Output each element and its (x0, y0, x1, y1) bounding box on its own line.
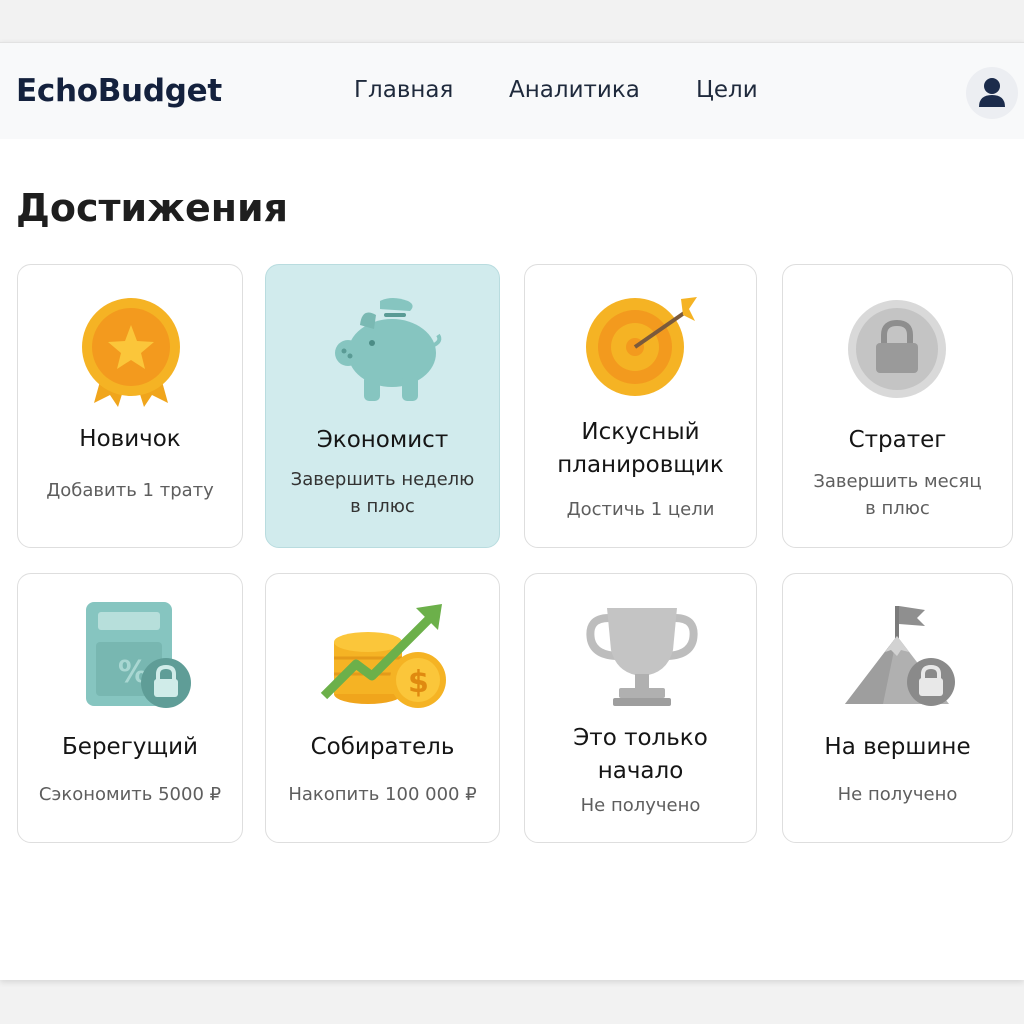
mountain-flag-icon (845, 606, 955, 706)
top-navbar: EchoBudget Главная Аналитика Цели (0, 43, 1024, 139)
achievement-description: Сэкономить 5000 ₽ (38, 784, 222, 805)
coins-growth-icon: $ (320, 604, 446, 708)
achievement-card-economist[interactable]: Экономист Завершить неделю в плюс (265, 264, 500, 548)
achievement-title: Стратег (848, 427, 947, 453)
achievement-card-novice[interactable]: Новичок Добавить 1 трату (17, 264, 243, 548)
achievement-card-collector[interactable]: $ Собиратель Накопить 100 000 ₽ (265, 573, 500, 843)
achievement-card-strategist[interactable]: Стратег Завершить месяц в плюс (782, 264, 1013, 548)
piggy-bank-icon (335, 298, 442, 401)
trophy-icon (586, 608, 698, 706)
achievement-card-saver[interactable]: % Берегущий Сэкономить 5000 ₽ (17, 573, 243, 843)
achievement-title: Собиратель (310, 734, 455, 760)
achievement-description: Достичь 1 цели (566, 499, 715, 520)
achievement-description: Завершить неделю в плюс (290, 469, 475, 517)
achievement-description: Не получено (837, 784, 958, 805)
achievement-description: Завершить месяц в плюс (813, 471, 982, 519)
achievement-card-just-beginning[interactable]: Это только начало Не получено (524, 573, 757, 843)
target-icon (586, 297, 697, 396)
achievement-card-summit[interactable]: На вершине Не получено (782, 573, 1013, 843)
nav-item-home[interactable]: Главная (354, 77, 453, 103)
calculator-lock-icon: % (86, 602, 191, 708)
nav-item-analytics[interactable]: Аналитика (509, 77, 640, 103)
user-avatar[interactable] (966, 67, 1018, 119)
app-logo[interactable]: EchoBudget (16, 73, 222, 109)
achievement-description: Накопить 100 000 ₽ (288, 784, 477, 805)
nav-item-goals[interactable]: Цели (696, 77, 758, 103)
achievement-title: Искусный планировщик (557, 419, 724, 478)
achievement-title: Это только начало (573, 725, 708, 784)
achievement-title: Экономист (316, 427, 449, 453)
locked-coin-icon (848, 300, 946, 398)
page-title: Достижения (16, 186, 288, 230)
user-icon (979, 78, 1005, 107)
svg-text:$: $ (408, 665, 429, 700)
achievement-description: Добавить 1 трату (46, 480, 214, 501)
achievement-title: Новичок (79, 426, 181, 452)
achievement-card-planner[interactable]: Искусный планировщик Достичь 1 цели (524, 264, 757, 548)
medal-star-icon (82, 298, 180, 407)
achievement-description: Не получено (580, 795, 701, 816)
achievement-title: Берегущий (62, 734, 198, 760)
app-window: EchoBudget Главная Аналитика Цели Достиж… (0, 42, 1024, 980)
achievement-title: На вершине (824, 734, 971, 760)
